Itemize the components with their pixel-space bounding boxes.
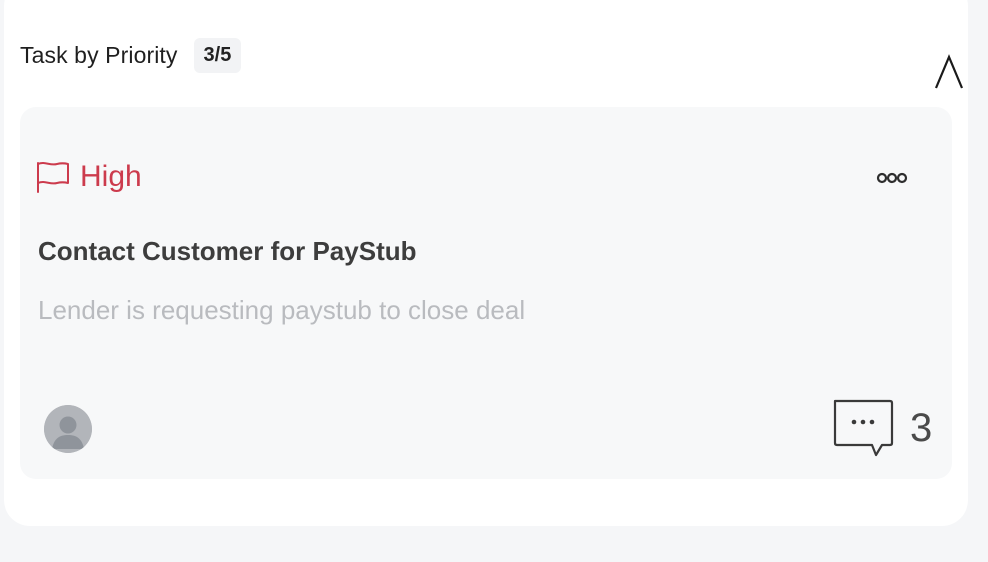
task-description: Lender is requesting paystub to close de… <box>38 295 526 325</box>
comment-count: 3 <box>910 406 933 450</box>
task-title: Contact Customer for PayStub <box>38 236 417 266</box>
assignee-avatar[interactable] <box>44 405 92 453</box>
priority-label: High <box>80 160 142 193</box>
comments-button[interactable]: 3 <box>832 397 932 459</box>
collapse-toggle-button[interactable] <box>932 54 966 90</box>
priority-indicator: High <box>36 159 142 195</box>
task-card[interactable]: High Contact Customer for PayStub Lender… <box>20 107 952 479</box>
section-title: Task by Priority <box>20 42 178 68</box>
section-header: Task by Priority 3/5 <box>20 38 242 73</box>
more-options-button[interactable] <box>870 165 914 191</box>
more-dots-icon <box>876 172 908 184</box>
flag-icon <box>37 162 69 193</box>
comment-bubble-icon <box>833 399 894 457</box>
task-count-badge: 3/5 <box>193 38 242 73</box>
chevron-up-icon <box>934 54 964 89</box>
user-avatar-icon <box>44 405 92 453</box>
